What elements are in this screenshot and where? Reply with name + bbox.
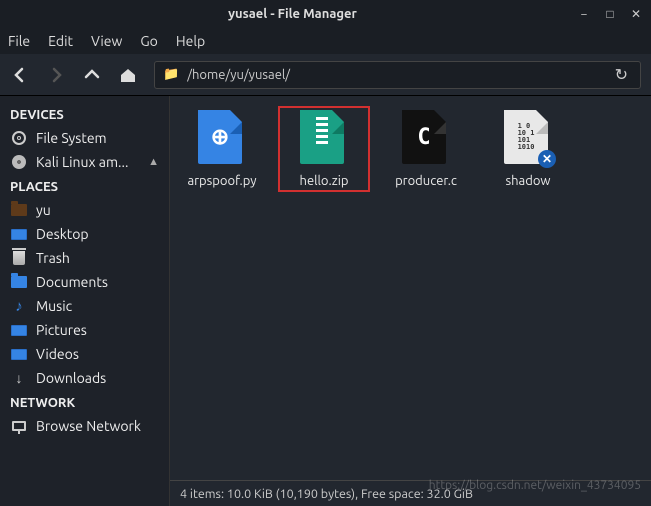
sidebar-item-label: Music	[36, 298, 72, 314]
desktop-icon	[10, 225, 28, 243]
refresh-button[interactable]: ↻	[611, 65, 632, 84]
binary-file-icon: 1 0 10 1 101 1010 ✕	[504, 110, 552, 166]
folder-icon: 📁	[163, 67, 179, 82]
sidebar-item-filesystem[interactable]: File System	[0, 126, 169, 150]
forward-button[interactable]	[46, 65, 66, 85]
sidebar-item-kali[interactable]: Kali Linux am... ▲	[0, 150, 169, 174]
folder-icon	[10, 201, 28, 219]
sidebar-item-label: yu	[36, 202, 51, 218]
sidebar-item-label: Trash	[36, 250, 70, 266]
sidebar-item-label: Documents	[36, 274, 108, 290]
network-icon	[10, 417, 28, 435]
file-item[interactable]: C producer.c	[384, 110, 468, 188]
sidebar-item-browse-network[interactable]: Browse Network	[0, 414, 169, 438]
c-file-icon: C	[402, 110, 450, 166]
menu-file[interactable]: File	[8, 33, 30, 49]
trash-icon	[10, 249, 28, 267]
sidebar-item-label: File System	[36, 130, 107, 146]
sidebar-item-label: Downloads	[36, 370, 106, 386]
sidebar-item-trash[interactable]: Trash	[0, 246, 169, 270]
status-text: 4 items: 10.0 KiB (10,190 bytes), Free s…	[180, 487, 473, 501]
home-button[interactable]	[118, 65, 138, 85]
disk-icon	[10, 129, 28, 147]
location-path: /home/yu/yusael/	[187, 68, 602, 82]
sidebar-item-label: Browse Network	[36, 418, 141, 434]
sidebar-item-documents[interactable]: Documents	[0, 270, 169, 294]
sidebar-item-label: Videos	[36, 346, 79, 362]
zip-file-icon	[300, 110, 348, 166]
icon-grid[interactable]: ⊕ arpspoof.py hello.zip C producer.c 1 0…	[170, 96, 651, 480]
error-badge-icon: ✕	[538, 150, 556, 168]
maximize-button[interactable]: □	[603, 7, 617, 21]
minimize-button[interactable]: −	[577, 7, 591, 21]
sidebar-item-label: Kali Linux am...	[36, 154, 128, 170]
sidebar-item-label: Pictures	[36, 322, 87, 338]
window-controls: − □ ✕	[577, 7, 643, 21]
network-header: NETWORK	[0, 390, 169, 414]
download-icon: ↓	[10, 369, 28, 387]
sidebar-item-desktop[interactable]: Desktop	[0, 222, 169, 246]
pictures-icon	[10, 321, 28, 339]
menu-help[interactable]: Help	[176, 33, 205, 49]
cd-icon	[10, 153, 28, 171]
back-button[interactable]	[10, 65, 30, 85]
close-button[interactable]: ✕	[629, 7, 643, 21]
up-button[interactable]	[82, 65, 102, 85]
file-item[interactable]: 1 0 10 1 101 1010 ✕ shadow	[486, 110, 570, 188]
menu-go[interactable]: Go	[140, 33, 157, 49]
sidebar-item-yu[interactable]: yu	[0, 198, 169, 222]
sidebar-item-videos[interactable]: Videos	[0, 342, 169, 366]
sidebar: DEVICES File System Kali Linux am... ▲ P…	[0, 96, 170, 506]
folder-icon	[10, 273, 28, 291]
music-icon: ♪	[10, 297, 28, 315]
statusbar: 4 items: 10.0 KiB (10,190 bytes), Free s…	[170, 480, 651, 506]
window-title: yusael - File Manager	[8, 7, 577, 21]
sidebar-item-downloads[interactable]: ↓ Downloads	[0, 366, 169, 390]
titlebar: yusael - File Manager − □ ✕	[0, 0, 651, 28]
home-icon	[118, 65, 138, 85]
places-header: PLACES	[0, 174, 169, 198]
menu-edit[interactable]: Edit	[48, 33, 73, 49]
content-area: ⊕ arpspoof.py hello.zip C producer.c 1 0…	[170, 96, 651, 506]
file-item[interactable]: hello.zip	[282, 110, 366, 188]
file-label: producer.c	[395, 174, 457, 188]
arrow-left-icon	[10, 65, 30, 85]
devices-header: DEVICES	[0, 102, 169, 126]
file-label: arpspoof.py	[187, 174, 256, 188]
toolbar: 📁 /home/yu/yusael/ ↻	[0, 54, 651, 96]
location-bar[interactable]: 📁 /home/yu/yusael/ ↻	[154, 61, 641, 89]
python-file-icon: ⊕	[198, 110, 246, 166]
arrow-right-icon	[46, 65, 66, 85]
menu-view[interactable]: View	[91, 33, 122, 49]
file-label: shadow	[505, 174, 550, 188]
sidebar-item-pictures[interactable]: Pictures	[0, 318, 169, 342]
file-label: hello.zip	[300, 174, 349, 188]
menubar: File Edit View Go Help	[0, 28, 651, 54]
sidebar-item-label: Desktop	[36, 226, 89, 242]
videos-icon	[10, 345, 28, 363]
arrow-up-icon	[82, 65, 102, 85]
file-item[interactable]: ⊕ arpspoof.py	[180, 110, 264, 188]
eject-icon[interactable]: ▲	[148, 156, 159, 168]
sidebar-item-music[interactable]: ♪ Music	[0, 294, 169, 318]
